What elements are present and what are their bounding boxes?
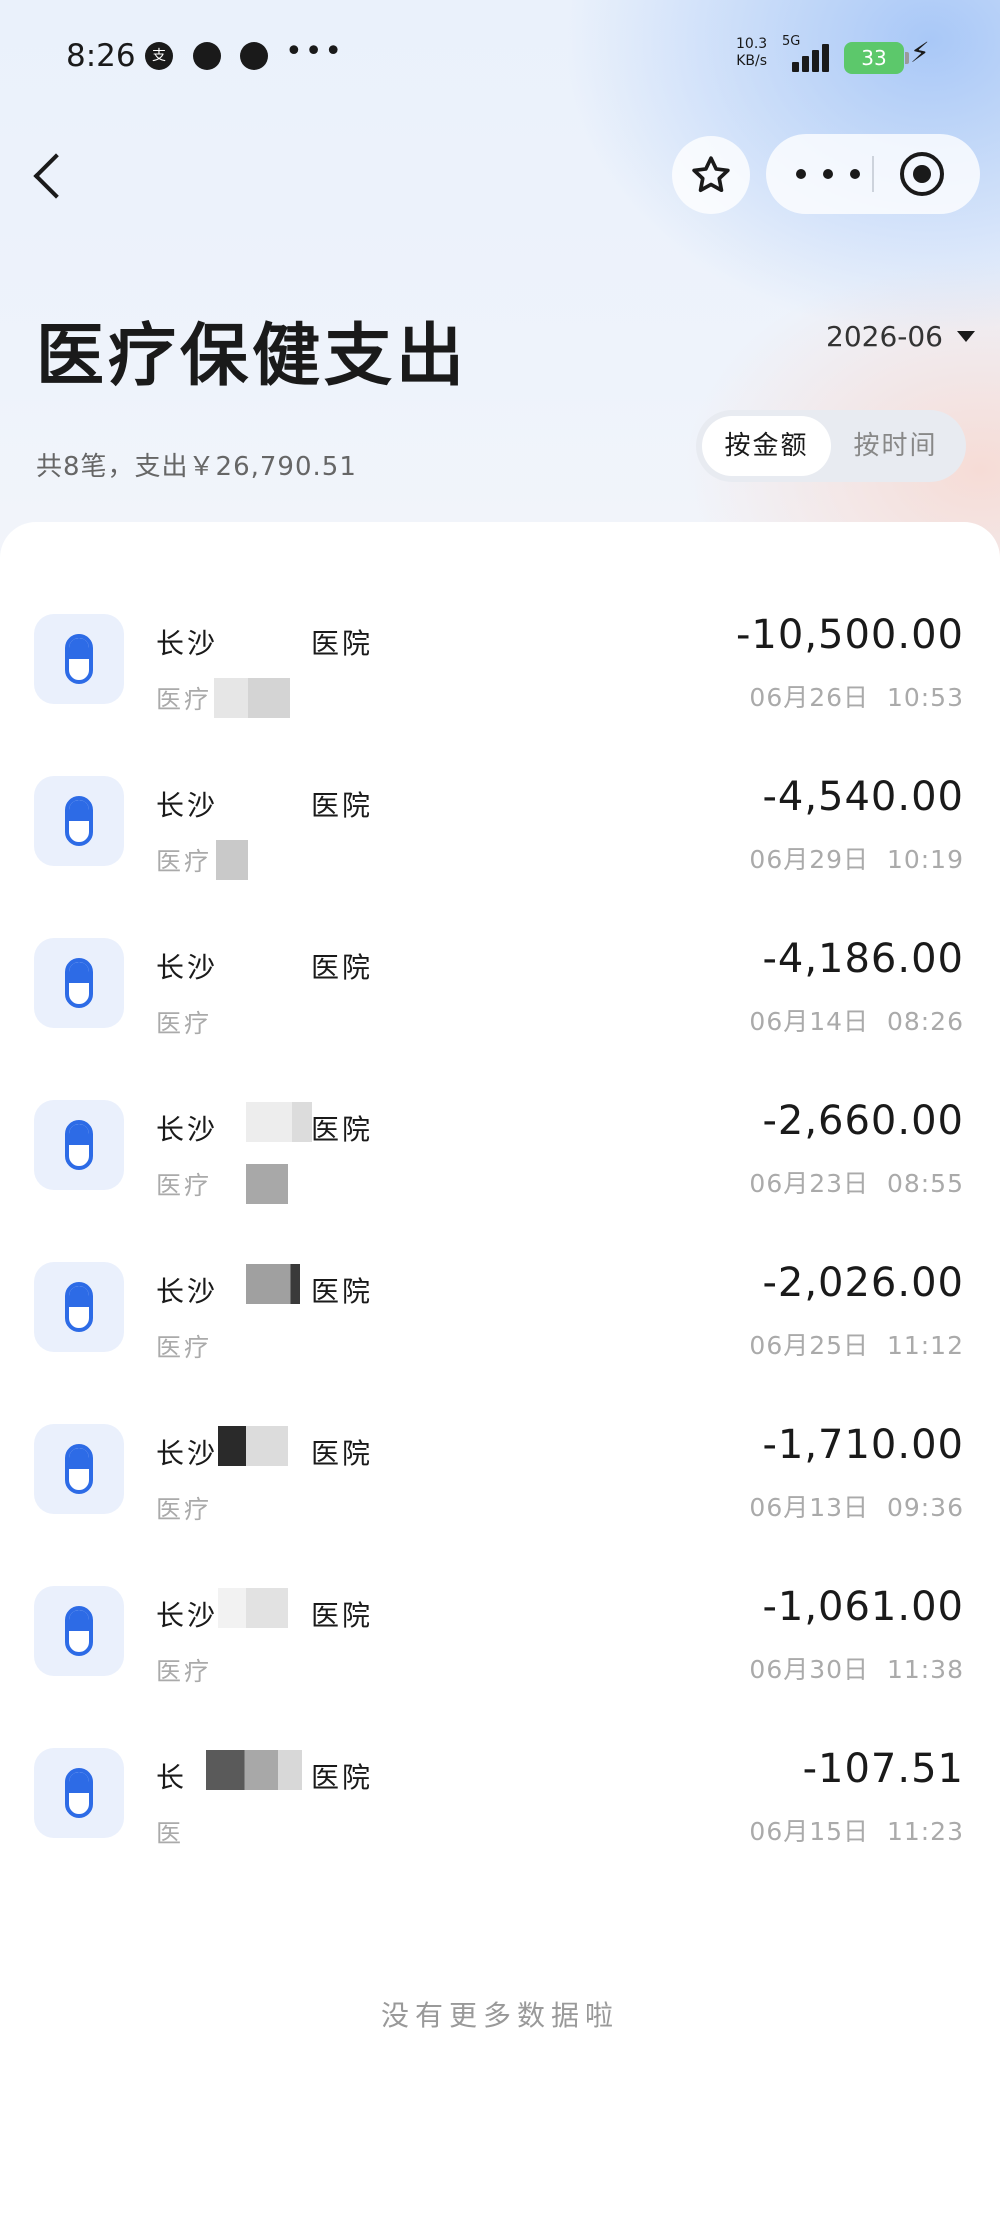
transaction-date: 06月15日 11:23: [749, 1817, 964, 1846]
favorite-button[interactable]: [672, 136, 750, 214]
more-icon[interactable]: [796, 134, 860, 214]
alipay-notification-icon: 支: [145, 42, 173, 70]
sort-by-time-button[interactable]: 按时间: [831, 416, 960, 476]
transaction-row[interactable]: 长沙 医院 医疗 -1,061.00 06月30日 11:38: [0, 1558, 1000, 1720]
app-notification-icon-2: [240, 42, 268, 70]
charging-icon: ⚡: [910, 36, 930, 69]
amount: -4,540.00: [762, 774, 964, 820]
transaction-row[interactable]: 长 医院 医 -107.51 06月15日 11:23: [0, 1720, 1000, 1882]
network-speed: 10.3 KB/s: [736, 36, 768, 69]
close-mini-program-icon[interactable]: [900, 152, 944, 196]
category-label: 医疗: [156, 1657, 213, 1686]
no-more-data-label: 没有更多数据啦: [380, 1999, 619, 2032]
transaction-date: 06月13日 09:36: [749, 1493, 964, 1522]
amount: -2,660.00: [762, 1098, 964, 1144]
redaction-mask: [246, 1264, 300, 1304]
transaction-date: 06月14日 08:26: [749, 1007, 964, 1036]
transaction-date: 06月25日 11:12: [749, 1331, 964, 1360]
amount: -1,061.00: [762, 1584, 964, 1630]
app-notification-icon: [193, 42, 221, 70]
transaction-row[interactable]: 长沙 医院 医疗 -4,540.00 06月29日 10:19: [0, 748, 1000, 910]
medicine-icon: [34, 938, 124, 1028]
transaction-row[interactable]: 长沙 医院 医疗 -4,186.00 06月14日 08:26: [0, 910, 1000, 1072]
redaction-mask: [220, 1650, 280, 1690]
sort-toggle: 按金额 按时间: [696, 410, 966, 482]
back-icon[interactable]: [26, 140, 86, 210]
month-value: 2026-06: [826, 320, 943, 353]
medicine-icon: [34, 614, 124, 704]
merchant-name: 长沙 医院: [156, 627, 374, 660]
transaction-row[interactable]: 长沙 医院 医疗 -1,710.00 06月13日 09:36: [0, 1396, 1000, 1558]
transaction-date: 06月30日 11:38: [749, 1655, 964, 1684]
redaction-mask: [218, 1588, 288, 1628]
category-label: 医疗: [156, 685, 213, 714]
redaction-mask: [216, 840, 248, 880]
category-label: 医: [156, 1819, 185, 1848]
redaction-mask: [218, 1426, 288, 1466]
signal-icon: [792, 44, 832, 72]
transaction-row[interactable]: 长沙 医院 医疗 -2,660.00 06月23日 08:55: [0, 1072, 1000, 1234]
category-label: 医疗: [156, 847, 213, 876]
status-more-icon: •••: [285, 34, 345, 69]
medicine-icon: [34, 776, 124, 866]
status-time: 8:26: [66, 38, 136, 74]
category-label: 医疗: [156, 1333, 213, 1362]
sort-by-amount-button[interactable]: 按金额: [702, 416, 831, 476]
amount: -2,026.00: [762, 1260, 964, 1306]
redaction-mask: [206, 1750, 302, 1790]
medicine-icon: [34, 1586, 124, 1676]
category-label: 医疗: [156, 1495, 213, 1524]
caret-down-icon: [957, 331, 975, 342]
transaction-date: 06月29日 10:19: [749, 845, 964, 874]
redaction-mask: [246, 1164, 288, 1204]
medicine-icon: [34, 1100, 124, 1190]
transaction-date: 06月23日 08:55: [749, 1169, 964, 1198]
medicine-icon: [34, 1262, 124, 1352]
amount: -107.51: [802, 1746, 964, 1792]
status-bar: 8:26 支 ••• 10.3 KB/s 5G 33 ⚡: [0, 0, 1000, 110]
transaction-row[interactable]: 长沙 医院 医疗 -2,026.00 06月25日 11:12: [0, 1234, 1000, 1396]
transaction-list: 长沙 医院 医疗 -10,500.00 06月26日 10:53 长沙 医院 医…: [0, 522, 1000, 2222]
amount: -1,710.00: [762, 1422, 964, 1468]
transaction-date: 06月26日 10:53: [749, 683, 964, 712]
page-title: 医疗保健支出: [36, 317, 469, 396]
redaction-mask: [246, 1102, 312, 1142]
mini-program-capsule: [766, 134, 980, 214]
category-label: 医疗: [156, 1009, 213, 1038]
month-selector[interactable]: 2026-06: [826, 320, 975, 353]
merchant-name: 长沙 医院: [156, 789, 374, 822]
amount: -10,500.00: [735, 612, 964, 658]
medicine-icon: [34, 1424, 124, 1514]
redaction-mask: [240, 936, 300, 976]
redaction-mask: [214, 678, 290, 718]
summary-text: 共8笔，支出￥26,790.51: [36, 452, 357, 482]
battery-icon: 33: [844, 42, 909, 74]
category-label: 医疗: [156, 1171, 213, 1200]
medicine-icon: [34, 1748, 124, 1838]
capsule-divider: [872, 156, 874, 192]
transaction-row[interactable]: 长沙 医院 医疗 -10,500.00 06月26日 10:53: [0, 586, 1000, 748]
star-icon: [692, 156, 730, 193]
amount: -4,186.00: [762, 936, 964, 982]
